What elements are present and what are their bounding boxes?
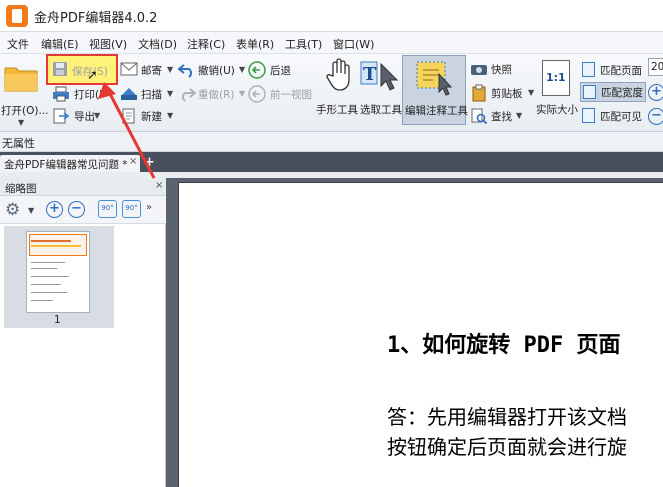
tutorial-arrow-icon	[98, 82, 156, 179]
